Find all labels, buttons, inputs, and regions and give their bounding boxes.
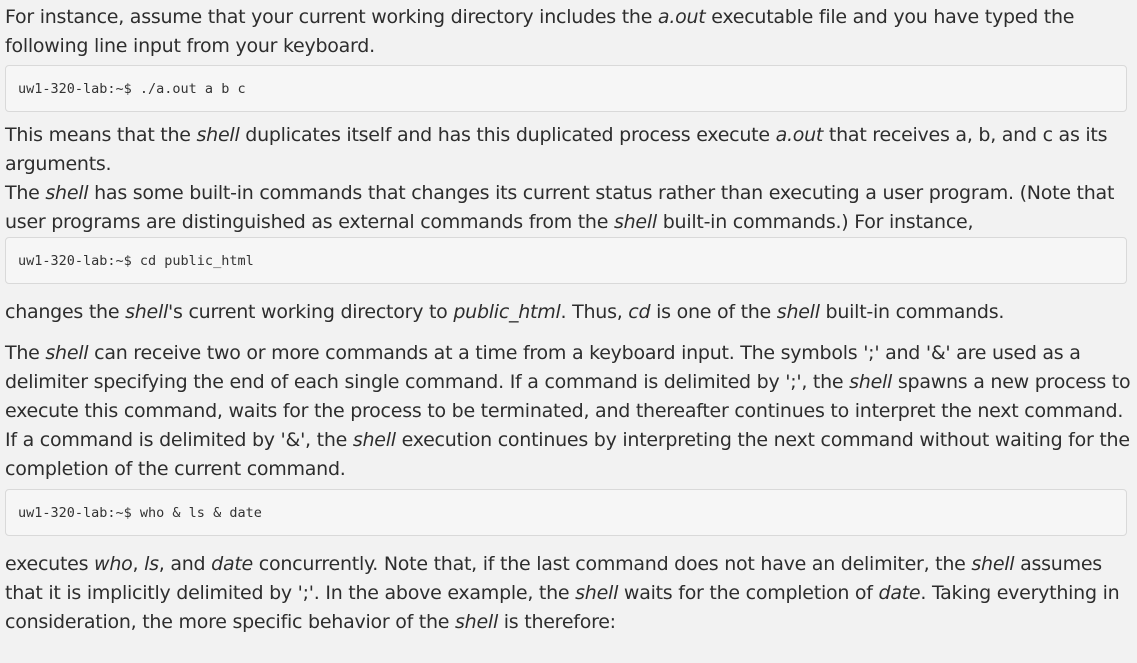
italic-term: shell: [776, 301, 820, 323]
paragraph-builtin-commands: The shell has some built-in commands tha…: [5, 182, 1115, 233]
paragraph-intro: For instance, assume that your current w…: [5, 6, 1075, 57]
italic-term: shell: [352, 429, 396, 451]
code-block-cd: uw1-320-lab:~$ cd public_html: [5, 237, 1127, 284]
italic-term: who: [94, 553, 133, 575]
code-block-concurrent: uw1-320-lab:~$ who & ls & date: [5, 489, 1127, 536]
italic-term: shell: [455, 611, 498, 633]
italic-term: a.out: [775, 124, 824, 146]
paragraph-shell-duplicates: This means that the shell duplicates its…: [5, 124, 1108, 175]
italic-term: shell: [613, 211, 657, 233]
document-body: For instance, assume that your current w…: [5, 3, 1135, 637]
paragraph-delimiters: The shell can receive two or more comman…: [5, 342, 1131, 480]
italic-term: cd: [628, 301, 651, 323]
italic-term: ls: [144, 553, 159, 575]
italic-term: shell: [45, 342, 89, 364]
italic-term: shell: [45, 182, 89, 204]
italic-term: shell: [971, 553, 1015, 575]
italic-term: public_html: [453, 301, 561, 323]
paragraph-concurrent-explanation: executes who, ls, and date concurrently.…: [5, 553, 1120, 633]
italic-term: a.out: [657, 6, 706, 28]
italic-term: shell: [125, 301, 169, 323]
italic-term: shell: [849, 371, 893, 393]
italic-term: date: [211, 553, 253, 575]
italic-term: date: [878, 582, 921, 604]
code-block-aout: uw1-320-lab:~$ ./a.out a b c: [5, 65, 1127, 112]
italic-term: shell: [575, 582, 619, 604]
paragraph-cd-explanation: changes the shell's current working dire…: [5, 301, 1005, 323]
italic-term: shell: [196, 124, 240, 146]
